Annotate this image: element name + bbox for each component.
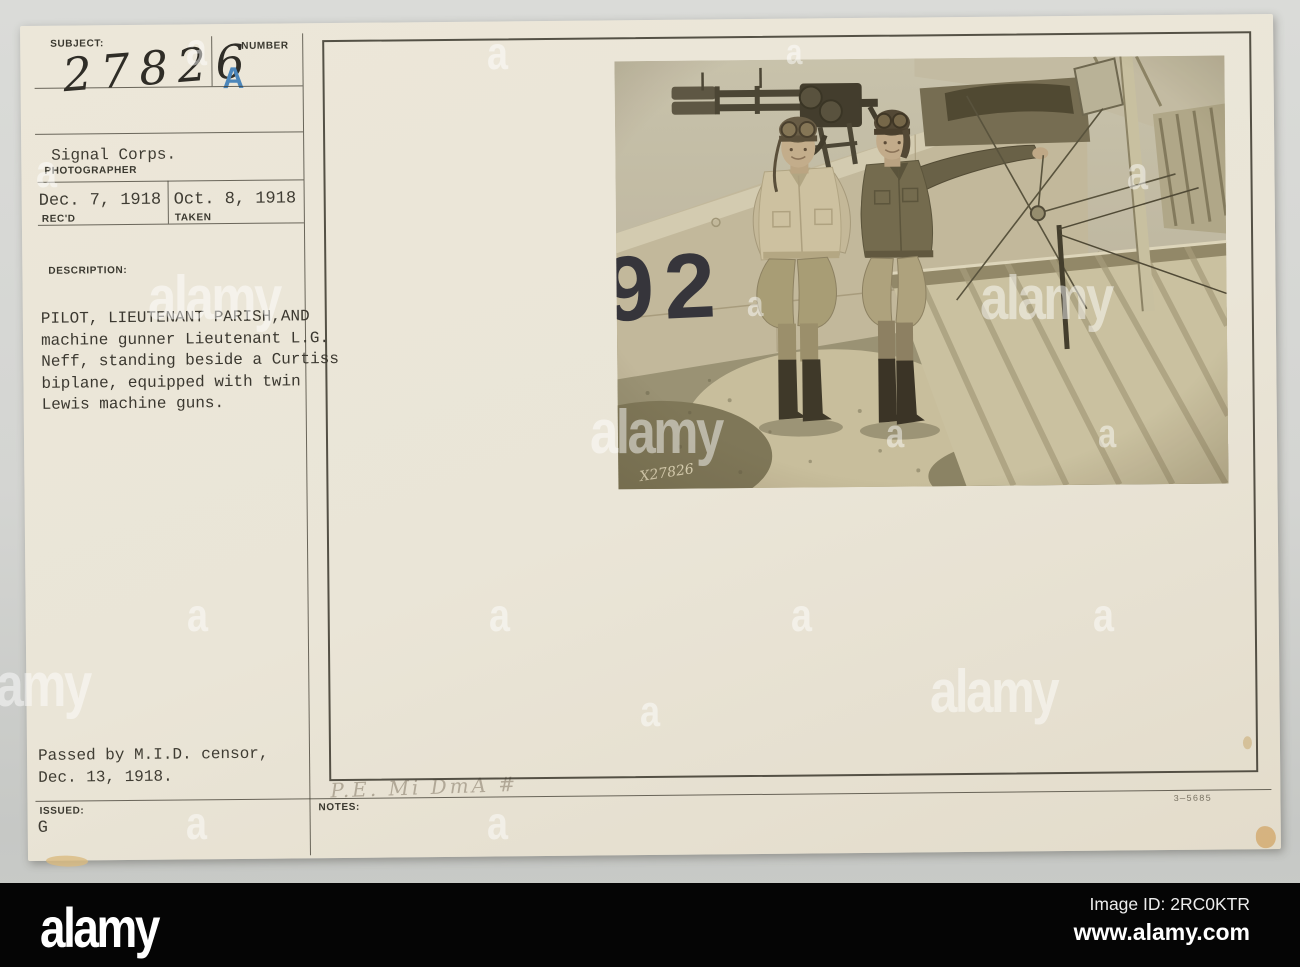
image-id-value: 2RC0KTR	[1170, 894, 1250, 914]
divider-line	[35, 789, 1272, 802]
number-value-stamp: A	[222, 61, 245, 96]
paper-stain	[1255, 826, 1276, 849]
censor-line: Dec. 13, 1918.	[38, 767, 173, 787]
taken-date-value: Oct. 8, 1918	[173, 189, 297, 210]
image-id-label: Image ID:	[1089, 894, 1166, 914]
archive-card: SUBJECT: 27826 NUMBER A Signal Corps. PH…	[20, 14, 1281, 868]
received-label: REC'D	[41, 213, 76, 225]
stock-photo-page: SUBJECT: 27826 NUMBER A Signal Corps. PH…	[0, 0, 1300, 967]
divider-line	[35, 131, 304, 135]
footer-info: Image ID: 2RC0KTR www.alamy.com	[1074, 894, 1250, 946]
divider-line	[37, 179, 304, 183]
description-line: Neff, standing beside a Curtiss	[41, 349, 339, 371]
paper-stain	[45, 855, 89, 868]
description-line: machine gunner Lieutenant L.G.	[40, 328, 330, 350]
notes-label: NOTES:	[318, 801, 360, 814]
alamy-logo: alamy	[40, 896, 160, 959]
received-date-value: Dec. 7, 1918	[38, 190, 162, 211]
description-line: biplane, equipped with twin	[41, 371, 301, 393]
paper-stain	[1242, 736, 1253, 750]
description-line: Lewis machine guns.	[41, 394, 225, 414]
divider-line	[37, 222, 304, 226]
photographer-value: Signal Corps.	[51, 145, 177, 165]
issued-value: G	[37, 818, 49, 838]
description-text: PILOT, LIEUTENANT PARISH,AND machine gun…	[41, 306, 342, 416]
divider-line	[167, 180, 169, 224]
taken-label: TAKEN	[174, 212, 212, 224]
description-label: DESCRIPTION:	[48, 265, 128, 277]
censor-line: Passed by M.I.D. censor,	[37, 744, 269, 765]
image-id-line: Image ID: 2RC0KTR	[1074, 894, 1251, 915]
archive-photograph: 92	[614, 55, 1229, 490]
print-stock-code: 3—5685	[1173, 793, 1212, 804]
censor-note: Passed by M.I.D. censor, Dec. 13, 1918.	[38, 743, 269, 789]
issued-label: ISSUED:	[39, 805, 85, 817]
number-label: NUMBER	[241, 40, 289, 52]
alamy-url: www.alamy.com	[1073, 919, 1250, 945]
description-line: PILOT, LIEUTENANT PARISH,AND	[40, 307, 310, 328]
photo-sepia-tint	[614, 55, 1229, 490]
photographer-label: PHOTOGRAPHER	[44, 164, 138, 177]
alamy-footer-bar: alamy Image ID: 2RC0KTR www.alamy.com	[0, 883, 1300, 967]
divider-line	[302, 33, 311, 856]
